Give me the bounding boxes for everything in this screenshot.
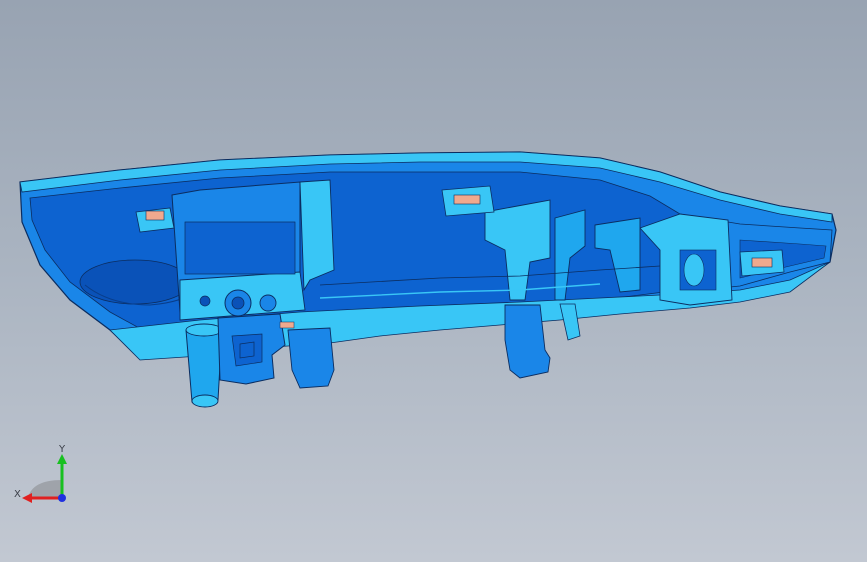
triad-x-label: X (14, 489, 21, 500)
triad-x-arrow (22, 493, 32, 503)
cylindrical-pin-top (185, 323, 223, 337)
triad-xy-plane (28, 480, 62, 498)
cylindrical-pin-body (185, 329, 223, 403)
3d-viewport[interactable]: Y X (0, 0, 867, 562)
seal-pad-right (739, 249, 785, 277)
cylindrical-pin-tip (191, 394, 219, 408)
linkage-pad (279, 321, 295, 329)
screw-boss-left (199, 295, 211, 307)
axis-triad: Y X (14, 444, 67, 503)
screw-boss-right (259, 294, 277, 312)
triad-z-axis (58, 494, 66, 502)
left-rib-window (184, 221, 296, 275)
triad-y-arrow (57, 454, 67, 464)
seal-pad-middle (441, 185, 495, 217)
linkage-mechanism-detail (231, 333, 263, 367)
right-bracket-boss (683, 253, 705, 287)
clip-hook-left (287, 327, 335, 389)
triad-y-label: Y (58, 444, 66, 455)
seal-pad-left (135, 207, 175, 233)
screw-boss-main-hole (231, 296, 245, 310)
cad-model-view[interactable] (0, 0, 867, 562)
left-recess-pocket (79, 259, 191, 305)
